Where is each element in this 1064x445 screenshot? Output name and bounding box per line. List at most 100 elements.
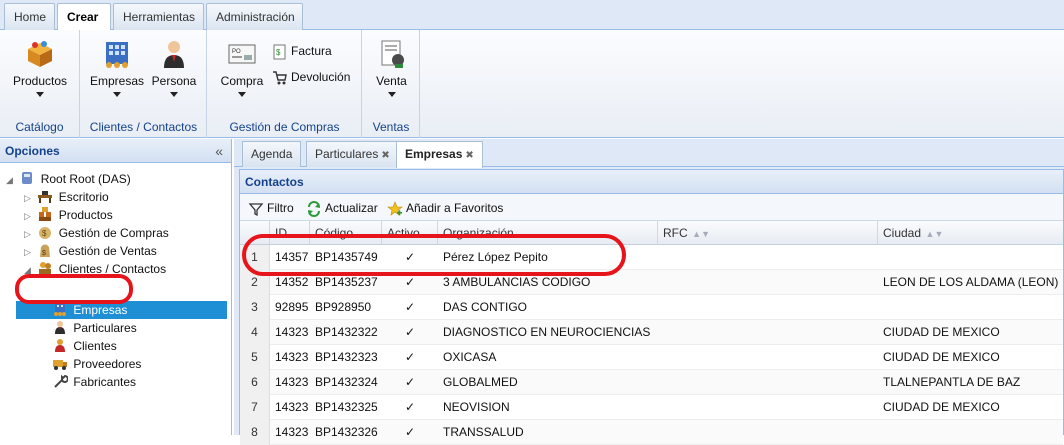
collapsed-arrow-icon[interactable]: ▷ (24, 225, 34, 243)
tree-item-empresas[interactable]: Empresas (16, 301, 227, 319)
venta-button[interactable]: Venta (369, 38, 414, 97)
collapsed-arrow-icon[interactable]: ▷ (24, 189, 34, 207)
venta-label: Venta (376, 74, 407, 88)
tree-item-productos[interactable]: ▷ Productos (24, 206, 113, 224)
collapsed-arrow-icon[interactable]: ▷ (24, 207, 34, 225)
factura-button[interactable]: $ Factura (272, 42, 332, 60)
cell-codigo: BP928950 (315, 300, 372, 314)
table-row[interactable]: 5 14323 BP1432323 ✓ OXICASA CIUDAD DE MEXICO (240, 345, 1063, 370)
row-number: 3 (240, 295, 270, 320)
header-activo[interactable]: Activo (382, 221, 438, 245)
tree-item-clientes-contactos[interactable]: ◢ Clientes / Contactos (24, 260, 166, 278)
tree-item-escritorio[interactable]: ▷ Escritorio (24, 188, 109, 206)
tree-label: Fabricantes (73, 375, 137, 389)
cell-rfc (658, 270, 878, 295)
cell-codigo: BP1432322 (315, 325, 378, 339)
ribbon-group-clientes: Empresas Persona Clientes / Contactos (81, 30, 207, 138)
table-row[interactable]: 8 14323 BP1432326 ✓ TRANSSALUD (240, 420, 1063, 445)
tree-label: Gestión de Ventas (58, 244, 157, 258)
building-icon (106, 42, 128, 68)
cell-id: 14323 (275, 375, 309, 389)
cell-rfc (658, 245, 878, 270)
tree-item-fabricantes[interactable]: Fabricantes (52, 373, 136, 391)
tab-particulares[interactable]: Particulares ✖ (306, 141, 399, 167)
grid-toolbar: Filtro Actualizar Añadir a Favoritos (240, 194, 1063, 221)
cell-rfc (658, 420, 878, 445)
main-content: Agenda Particulares ✖ Empresas ✖ Contactos… (234, 139, 1064, 445)
tree-label: Empresas (73, 303, 128, 317)
close-icon[interactable]: ✖ (465, 150, 473, 161)
desk-icon (38, 191, 53, 203)
row-number: 2 (240, 270, 270, 295)
cell-id: 14323 (275, 400, 309, 414)
refresh-button[interactable]: Actualizar (306, 199, 378, 217)
cell-ciudad (878, 245, 1064, 270)
persona-button[interactable]: Persona (149, 38, 199, 97)
header-rfc[interactable]: RFC ▲▼ (658, 221, 878, 245)
tree-item-proveedores[interactable]: Proveedores (52, 355, 141, 373)
grid-header: ID Código Activo Organización RFC ▲▼ Ciu… (240, 221, 1063, 245)
table-row[interactable]: 2 14352 BP1435237 ✓ 3 AMBULANCIAS CODIGO LEON… (240, 270, 1063, 295)
productos-button[interactable]: Productos (8, 38, 72, 97)
expanded-arrow-icon[interactable]: ◢ (6, 171, 16, 189)
close-icon[interactable]: ✖ (381, 150, 389, 161)
tab-crear[interactable]: Crear (57, 3, 111, 31)
panel-title: Contactos (240, 170, 1063, 194)
tab-label: Particulares (315, 147, 379, 161)
header-id[interactable]: ID (270, 221, 310, 245)
table-row[interactable]: 1 14357 BP1435749 ✓ Pérez López Pepito (240, 245, 1063, 270)
tree-item-clientes[interactable]: Clientes (52, 337, 117, 355)
group-label-catalogo: Catálogo (15, 120, 64, 134)
cell-ciudad (878, 295, 1064, 320)
filter-label: Filtro (267, 201, 294, 215)
cell-ciudad: TLALNEPANTLA DE BAZ (883, 375, 1021, 389)
collapse-panel-icon[interactable]: « (215, 139, 223, 163)
tree-item-gestion-compras[interactable]: ▷ $ Gestión de Compras (24, 224, 169, 242)
cell-codigo: BP1432325 (315, 400, 378, 414)
tab-herramientas[interactable]: Herramientas (113, 3, 204, 30)
row-number: 8 (240, 420, 270, 445)
add-favorites-button[interactable]: Añadir a Favoritos (387, 199, 503, 217)
group-label-clientes: Clientes / Contactos (89, 120, 198, 134)
cell-activo: ✓ (404, 275, 416, 289)
options-panel: Opciones « ◢ Root Root (DAS) ▷ Escritori… (0, 139, 232, 435)
empresas-button[interactable]: Empresas (87, 38, 147, 97)
cell-codigo: BP1432324 (315, 375, 378, 389)
tree-item-particulares[interactable]: Particulares (52, 319, 137, 337)
tab-empresas[interactable]: Empresas ✖ (396, 141, 483, 168)
expanded-arrow-icon[interactable]: ◢ (24, 261, 34, 279)
table-row[interactable]: 6 14323 BP1432324 ✓ GLOBALMED TLALNEPANTLA DE… (240, 370, 1063, 395)
tab-administracion[interactable]: Administración (206, 3, 303, 30)
header-ciudad[interactable]: Ciudad ▲▼ (878, 221, 1064, 245)
empresas-label: Empresas (89, 74, 145, 88)
collapsed-arrow-icon[interactable]: ▷ (24, 243, 34, 261)
header-organizacion[interactable]: Organización (438, 221, 658, 245)
table-row[interactable]: 3 92895 BP928950 ✓ DAS CONTIGO (240, 295, 1063, 320)
header-rownum (240, 221, 270, 245)
tree-item-gestion-ventas[interactable]: ▷ $ Gestión de Ventas (24, 242, 157, 260)
header-label: Código (315, 226, 354, 240)
table-row[interactable]: 7 14323 BP1432325 ✓ NEOVISION CIUDAD DE MEXIC… (240, 395, 1063, 420)
group-label-ventas: Ventas (372, 120, 410, 134)
contacts-icon (39, 262, 52, 275)
header-codigo[interactable]: Código (310, 221, 382, 245)
grid-body: 1 14357 BP1435749 ✓ Pérez López Pepito 2 14352… (240, 245, 1063, 445)
table-row[interactable]: 4 14323 BP1432322 ✓ DIAGNOSTICO EN NEUROCIEN… (240, 320, 1063, 345)
cell-organizacion: DAS CONTIGO (443, 300, 528, 314)
devolucion-button[interactable]: Devolución (272, 68, 350, 86)
cell-ciudad (878, 420, 1064, 445)
tree-label: Particulares (73, 321, 137, 335)
cell-codigo: BP1435749 (315, 250, 378, 264)
contacts-grid: ID Código Activo Organización RFC ▲▼ Ciu… (240, 221, 1063, 445)
cell-rfc (658, 295, 878, 320)
cell-rfc (658, 320, 878, 345)
tab-label: Empresas (405, 147, 463, 161)
cell-codigo: BP1432326 (315, 425, 378, 439)
tree-item-root[interactable]: ◢ Root Root (DAS) (6, 170, 131, 188)
tab-agenda[interactable]: Agenda (242, 141, 302, 167)
tab-home[interactable]: Home (4, 3, 55, 30)
chevron-down-icon (113, 92, 121, 97)
compra-button[interactable]: PO Compra (218, 38, 266, 97)
filter-button[interactable]: Filtro (248, 199, 294, 217)
content-tab-bar: Agenda Particulares ✖ Empresas ✖ (234, 139, 1064, 168)
